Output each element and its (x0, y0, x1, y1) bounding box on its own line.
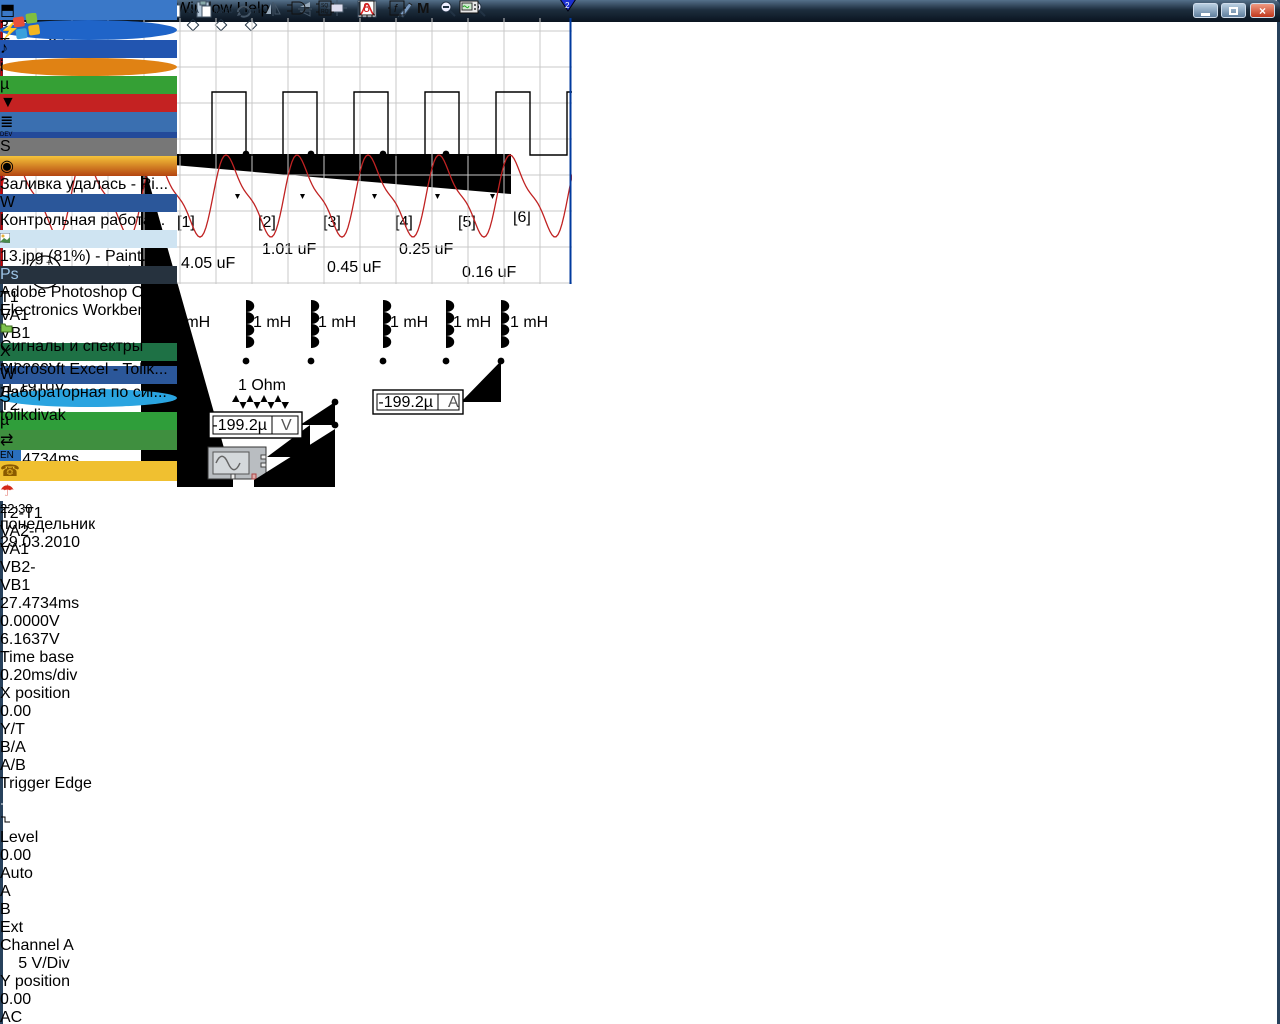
styler-icon[interactable]: S (0, 138, 177, 156)
vb2-vb1-label: VB2-VB1 (0, 559, 62, 595)
time-base-group: Time base 0.20ms/div X position 0.00 Y/T… (0, 649, 125, 775)
taskbar-button-photoshop[interactable]: Ps Adobe Photoshop CS3... (0, 266, 177, 302)
ba-mode-button[interactable]: B/A (0, 739, 26, 757)
taskbar-button-word-1[interactable]: W Контрольная работа... (0, 194, 177, 230)
trigger-group: Trigger Edge Level 0.00 Auto A B Ext (0, 775, 113, 937)
trigger-auto-button[interactable]: Auto (0, 865, 28, 883)
trigger-b-button[interactable]: B (0, 901, 15, 919)
tray-messenger-icon[interactable]: ☎ (0, 461, 177, 481)
rising-edge-icon (0, 797, 12, 806)
tray-date: 29.03.2010 (0, 534, 177, 552)
channel-a-caption: Channel A (0, 937, 74, 954)
tray-weekday: понедельник (0, 516, 177, 534)
word-icon: W (0, 194, 177, 212)
info-icon[interactable]: i (0, 58, 177, 76)
taskbar-button-ewb[interactable]: Electronics Workbench... (0, 302, 177, 320)
channel-a-scale-field[interactable]: 5 V/Div (0, 955, 88, 973)
disc-burner-icon[interactable]: ◉ (0, 156, 177, 176)
app-window: Electronics Workbench × File Edit Circui… (0, 0, 1280, 1024)
channel-a-group: Channel A 5 V/Div Y position 0.00 AC 0 D… (0, 937, 114, 1024)
tray-antivirus-icon[interactable]: ☂ (0, 481, 177, 501)
folder-icon (0, 320, 177, 338)
trigger-a-button[interactable]: A (0, 883, 15, 901)
taskbar-button-firefox[interactable]: Заливка удалась - Pi... (0, 176, 177, 194)
tray-update-icon[interactable]: ⇄ (0, 430, 177, 450)
yt-mode-button[interactable]: Y/T (0, 721, 26, 739)
trigger-ext-button[interactable]: Ext (0, 919, 24, 937)
level-field[interactable]: 0.00 (0, 847, 48, 865)
layers-icon[interactable]: ≣ (0, 112, 177, 132)
falling-edge-button[interactable] (0, 811, 18, 829)
channel-a-ac-button[interactable]: AC (0, 1009, 22, 1024)
ab-mode-button[interactable]: A/B (0, 757, 26, 775)
level-label: Level (0, 829, 38, 846)
utorrent-icon[interactable]: µ (0, 76, 177, 94)
readout-box-3: 27.4734ms 0.0000V 6.1637V (0, 595, 572, 649)
falling-edge-icon (0, 815, 12, 824)
rising-edge-button[interactable] (0, 793, 18, 811)
flashget-icon[interactable]: ▼ (0, 94, 177, 112)
marker-2-handle[interactable]: 2 (560, 0, 576, 12)
taskbar-button-folder[interactable]: Сигналы и спектры (0, 320, 177, 343)
tray-clock[interactable]: 22:30 (0, 501, 177, 516)
channel-a-ypos-field[interactable]: 0.00 (0, 991, 40, 1009)
windows-logo-icon (13, 13, 40, 40)
channel-a-ypos-label: Y position (0, 973, 70, 990)
x-position-field[interactable]: 0.00 (0, 703, 50, 721)
photoshop-icon: Ps (0, 266, 177, 284)
trigger-caption: Trigger (0, 775, 50, 792)
svg-text:2: 2 (565, 1, 570, 10)
taskbar-button-paint[interactable]: 13.jpg (81%) - Paint.... (0, 230, 177, 266)
time-base-value-field[interactable]: 0.20ms/div (0, 667, 103, 685)
x-position-label: X position (0, 685, 70, 702)
taskbar: ⬒ ⚡ ♪ i µ ▼ ≣ DEV S ◉ Заливка удалась - … (0, 0, 177, 552)
tray-language-indicator[interactable]: EN (0, 450, 21, 461)
paint-icon (0, 230, 177, 248)
media-player-icon[interactable]: ♪ (0, 40, 177, 58)
edge-label: Edge (55, 775, 92, 792)
time-base-caption: Time base (0, 649, 74, 666)
